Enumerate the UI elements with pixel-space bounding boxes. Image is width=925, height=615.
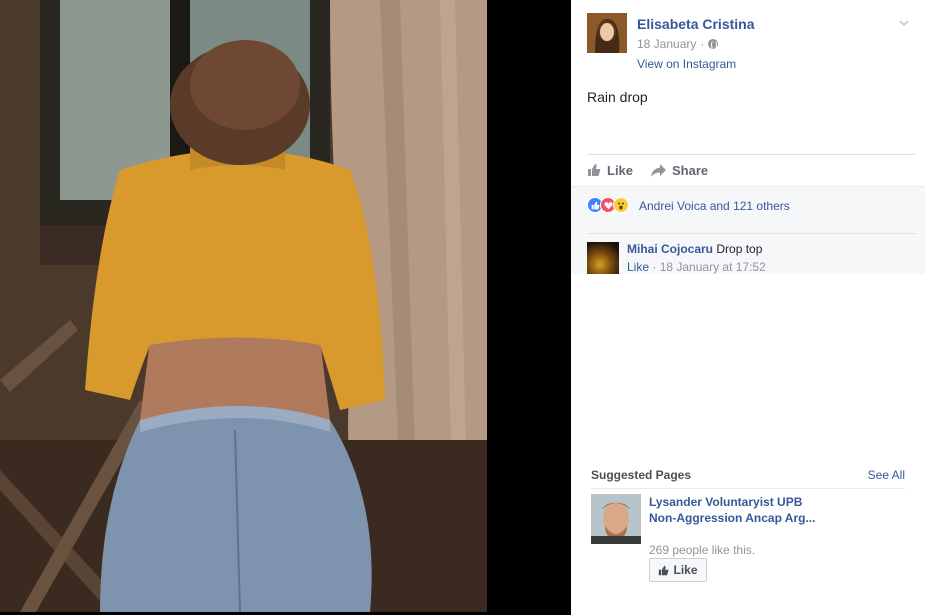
comment-like-link[interactable]: Like xyxy=(627,260,649,274)
comment-divider xyxy=(587,233,917,234)
like-page-label: Like xyxy=(673,563,698,577)
commenter-avatar[interactable] xyxy=(587,242,619,274)
comment-body: Mihai Cojocaru Drop top xyxy=(627,242,762,256)
post-photo[interactable] xyxy=(0,0,487,612)
view-on-instagram-link[interactable]: View on Instagram xyxy=(637,57,736,71)
post-date[interactable]: 18 January xyxy=(637,37,696,51)
meta-separator: · xyxy=(700,37,705,51)
reaction-summary-link[interactable]: Andrei Voica and 121 others xyxy=(639,199,790,213)
chevron-down-icon[interactable] xyxy=(899,18,909,28)
see-all-link[interactable]: See All xyxy=(868,468,905,482)
comment-text: Drop top xyxy=(716,242,763,256)
post-header: Elisabeta Cristina 18 January · View on … xyxy=(571,0,925,80)
page-thumbnail-image xyxy=(591,494,641,544)
feedback-section: Andrei Voica and 121 others Mihai Cojoca… xyxy=(571,186,925,274)
post-meta: 18 January · xyxy=(637,37,719,51)
suggested-page-name[interactable]: Lysander Voluntaryist UPB Non-Aggression… xyxy=(649,494,819,526)
suggested-page-likes: 269 people like this. xyxy=(649,543,756,557)
photo-illustration xyxy=(0,0,487,612)
thumbs-up-icon xyxy=(588,164,601,176)
like-button[interactable]: Like xyxy=(587,163,633,178)
commenter-name[interactable]: Mihai Cojocaru xyxy=(627,242,713,256)
share-arrow-icon xyxy=(651,163,667,177)
action-bar: Like Share xyxy=(587,154,915,185)
post-text: Rain drop xyxy=(587,89,648,105)
share-button[interactable]: Share xyxy=(651,163,708,178)
avatar-image xyxy=(587,13,627,53)
author-avatar[interactable] xyxy=(587,13,627,53)
author-name[interactable]: Elisabeta Cristina xyxy=(637,16,755,32)
photo-viewer: Elisabeta Cristina 18 January · View on … xyxy=(0,0,925,615)
reaction-icons[interactable] xyxy=(587,197,629,213)
photo-stage[interactable] xyxy=(0,0,571,615)
comment-meta: Like · 18 January at 17:52 xyxy=(627,260,766,274)
comment-timestamp[interactable]: · 18 January at 17:52 xyxy=(652,260,765,274)
like-page-button[interactable]: Like xyxy=(649,558,707,582)
globe-icon xyxy=(708,39,719,50)
wow-reaction-icon xyxy=(613,197,629,213)
suggested-pages-title: Suggested Pages xyxy=(591,468,692,482)
post-panel: Elisabeta Cristina 18 January · View on … xyxy=(571,0,925,615)
thumbs-up-icon xyxy=(659,565,669,575)
suggested-page-thumbnail[interactable] xyxy=(591,494,641,544)
suggested-divider xyxy=(591,488,905,489)
like-label: Like xyxy=(607,162,634,178)
share-label: Share xyxy=(672,162,709,178)
